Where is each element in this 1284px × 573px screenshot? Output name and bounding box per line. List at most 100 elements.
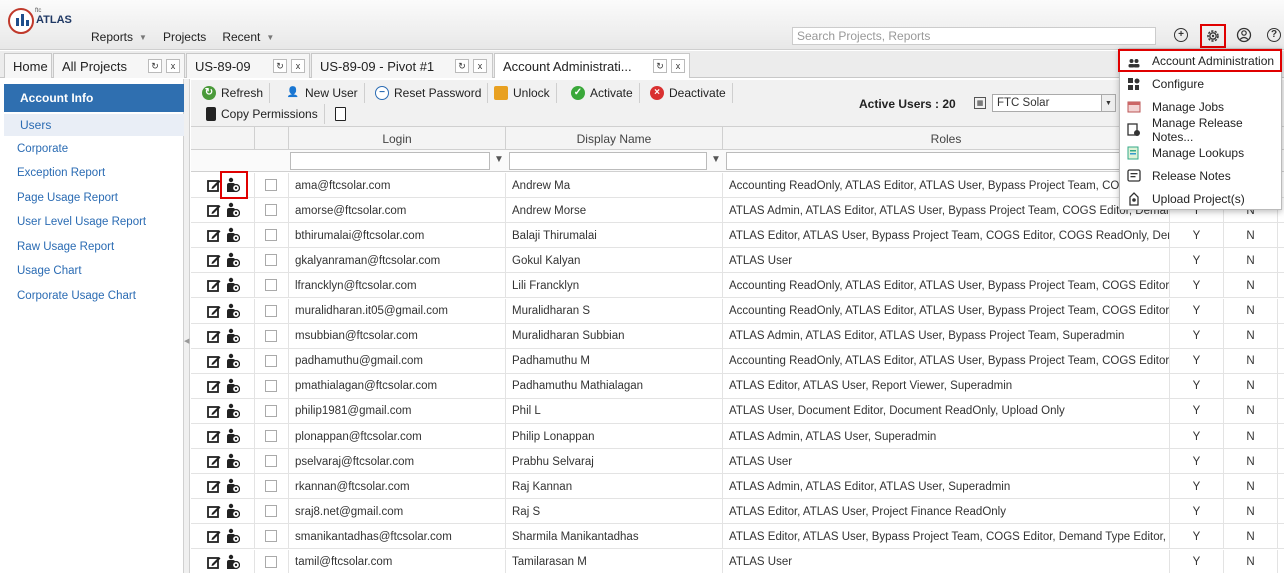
- edit-icon[interactable]: [207, 429, 221, 443]
- tab-all-projects[interactable]: All Projects ↻ x: [53, 53, 185, 78]
- tab-close-icon[interactable]: x: [291, 59, 305, 73]
- activate-button[interactable]: ✓ Activate: [566, 83, 640, 103]
- edit-icon[interactable]: [207, 354, 221, 368]
- row-checkbox[interactable]: [265, 480, 277, 493]
- table-row[interactable]: lfrancklyn@ftcsolar.com Lili Francklyn Acc…: [191, 273, 1284, 299]
- sidebar-item-users[interactable]: Users: [4, 114, 184, 136]
- row-checkbox[interactable]: [265, 279, 277, 292]
- user-permissions-icon[interactable]: [226, 353, 240, 369]
- unlock-button[interactable]: Unlock: [489, 83, 557, 103]
- atlas-logo[interactable]: ftc ATLAS: [8, 8, 72, 38]
- row-checkbox[interactable]: [265, 204, 277, 217]
- table-row[interactable]: muralidharan.it05@gmail.com Muralidharan …: [191, 298, 1284, 324]
- menu-account-administration[interactable]: Account Administration: [1118, 49, 1282, 72]
- user-permissions-icon[interactable]: [226, 428, 240, 444]
- menu-manage-lookups[interactable]: Manage Lookups: [1120, 141, 1281, 164]
- table-row[interactable]: tamil@ftcsolar.com Tamilarasan M ATLAS Use…: [191, 549, 1284, 573]
- table-row[interactable]: philip1981@gmail.com Phil L ATLAS User, Do…: [191, 398, 1284, 424]
- sidebar-item-corporate[interactable]: Corporate: [17, 143, 68, 155]
- edit-icon[interactable]: [207, 228, 221, 243]
- user-permissions-icon[interactable]: [226, 378, 240, 394]
- tab-refresh-icon[interactable]: ↻: [148, 59, 162, 73]
- header-login[interactable]: Login: [289, 127, 506, 150]
- help-icon[interactable]: ?: [1264, 25, 1284, 45]
- tab-close-icon[interactable]: x: [671, 59, 685, 73]
- menu-manage-release-notes[interactable]: Manage Release Notes...: [1120, 116, 1281, 144]
- sidebar-item-user-level-usage-report[interactable]: User Level Usage Report: [17, 216, 146, 228]
- edit-icon[interactable]: [207, 504, 221, 519]
- deactivate-button[interactable]: × Deactivate: [645, 83, 733, 103]
- tab-close-icon[interactable]: x: [473, 59, 487, 73]
- header-display-name[interactable]: Display Name: [506, 127, 723, 150]
- user-permissions-icon[interactable]: [226, 277, 240, 293]
- sidebar-item-page-usage-report[interactable]: Page Usage Report: [17, 192, 118, 204]
- edit-icon[interactable]: [207, 203, 221, 217]
- tab-refresh-icon[interactable]: ↻: [455, 59, 469, 73]
- header-roles[interactable]: Roles: [723, 127, 1170, 150]
- row-checkbox[interactable]: [265, 404, 277, 417]
- row-checkbox[interactable]: [265, 254, 277, 267]
- table-row[interactable]: sraj8.net@gmail.com Raj S ATLAS Editor, AT…: [191, 499, 1284, 525]
- gear-icon[interactable]: [1200, 24, 1226, 48]
- collapse-arrow-icon[interactable]: ◀: [184, 337, 189, 345]
- roles-filter-input[interactable]: [726, 152, 1166, 170]
- user-permissions-icon[interactable]: [226, 202, 240, 218]
- tab-close-icon[interactable]: x: [166, 59, 180, 73]
- edit-icon[interactable]: [207, 404, 221, 418]
- tab-us-89-09[interactable]: US-89-09 ↻ x: [186, 53, 310, 78]
- tab-account-administration[interactable]: Account Administrati... ↻ x: [494, 53, 690, 78]
- row-checkbox[interactable]: [265, 505, 277, 518]
- tab-us-89-09-pivot[interactable]: US-89-09 - Pivot #1 ↻ x: [311, 53, 493, 78]
- menu-reports[interactable]: Reports ▼: [91, 30, 147, 44]
- filter-icon[interactable]: ▼: [711, 154, 721, 165]
- company-select[interactable]: FTC Solar ▼: [992, 94, 1116, 112]
- table-row[interactable]: pselvaraj@ftcsolar.com Prabhu Selvaraj ATL…: [191, 449, 1284, 475]
- tab-refresh-icon[interactable]: ↻: [273, 59, 287, 73]
- menu-projects[interactable]: Projects: [163, 30, 206, 44]
- edit-icon[interactable]: [207, 479, 221, 494]
- user-permissions-icon[interactable]: [226, 503, 240, 519]
- user-permissions-icon[interactable]: [226, 328, 240, 344]
- new-user-button[interactable]: 👤 New User: [281, 83, 365, 103]
- edit-icon[interactable]: [207, 555, 221, 569]
- row-checkbox[interactable]: [265, 430, 277, 442]
- row-checkbox[interactable]: [265, 229, 277, 242]
- row-checkbox[interactable]: [265, 329, 277, 342]
- user-circle-icon[interactable]: [1234, 25, 1254, 45]
- edit-icon[interactable]: [207, 253, 221, 268]
- table-row[interactable]: smanikantadhas@ftcsolar.com Sharmila Mani…: [191, 524, 1284, 550]
- display-name-filter-input[interactable]: [509, 152, 707, 170]
- sidebar-header-account-info[interactable]: Account Info: [4, 84, 184, 112]
- menu-upload-projects[interactable]: Upload Project(s): [1120, 187, 1281, 210]
- menu-configure[interactable]: Configure: [1120, 72, 1281, 95]
- filter-icon[interactable]: ▼: [494, 154, 504, 165]
- row-checkbox[interactable]: [265, 354, 277, 367]
- user-permissions-icon[interactable]: [226, 478, 240, 494]
- table-row[interactable]: padhamuthu@gmail.com Padhamuthu M Accounti…: [191, 348, 1284, 374]
- row-checkbox[interactable]: [265, 304, 277, 317]
- edit-icon[interactable]: [207, 454, 221, 468]
- plus-circle-icon[interactable]: +: [1171, 25, 1191, 45]
- table-row[interactable]: msubbian@ftcsolar.com Muralidharan Subbia…: [191, 323, 1284, 349]
- menu-recent[interactable]: Recent ▼: [222, 30, 274, 44]
- refresh-button[interactable]: ↻ Refresh: [197, 83, 271, 103]
- table-row[interactable]: rkannan@ftcsolar.com Raj Kannan ATLAS Admi…: [191, 474, 1284, 500]
- row-checkbox[interactable]: [265, 555, 277, 568]
- login-filter-input[interactable]: [290, 152, 490, 170]
- sidebar-item-corporate-usage-chart[interactable]: Corporate Usage Chart: [17, 290, 136, 302]
- user-permissions-icon[interactable]: [226, 303, 240, 319]
- copy-permissions-button[interactable]: Copy Permissions: [201, 104, 325, 124]
- sidebar-item-exception-report[interactable]: Exception Report: [17, 167, 105, 179]
- edit-icon[interactable]: [207, 329, 221, 343]
- edit-icon[interactable]: [207, 379, 221, 393]
- reset-password-button[interactable]: − Reset Password: [370, 83, 489, 103]
- user-permissions-icon[interactable]: [226, 177, 240, 193]
- sidebar-item-usage-chart[interactable]: Usage Chart: [17, 265, 82, 277]
- row-checkbox[interactable]: [265, 455, 277, 468]
- user-permissions-icon[interactable]: [226, 227, 240, 243]
- search-input[interactable]: [792, 27, 1156, 45]
- user-permissions-icon[interactable]: [226, 554, 240, 570]
- table-row[interactable]: bthirumalai@ftcsolar.com Balaji Thirumala…: [191, 223, 1284, 249]
- user-permissions-icon[interactable]: [226, 453, 240, 469]
- document-button[interactable]: [330, 104, 357, 124]
